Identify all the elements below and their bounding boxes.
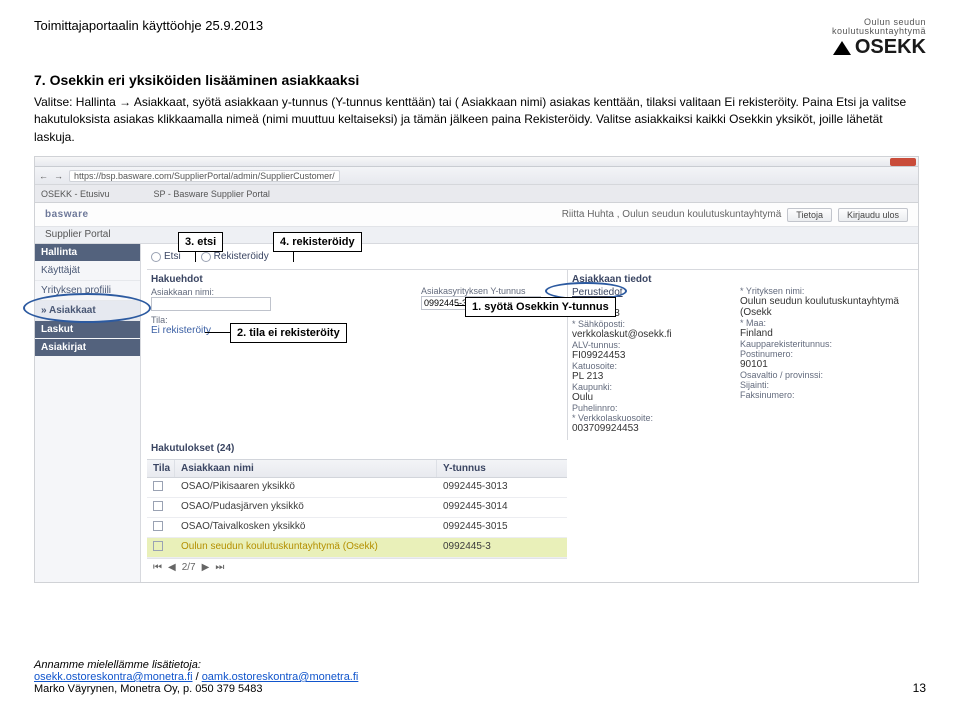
portal-label: Supplier Portal (35, 227, 918, 244)
email-link-2[interactable]: oamk.ostoreskontra@monetra.fi (202, 671, 359, 683)
checkbox-icon[interactable] (153, 481, 163, 491)
kauppa-label: Kaupparekisteritunnus: (740, 339, 910, 349)
highlight-ring-asiakkaat (23, 293, 151, 323)
logout-button[interactable]: Kirjaudu ulos (838, 208, 908, 222)
postinro-label: Postinumero: (740, 349, 910, 359)
ytunnus-haku-label: Asiakasyrityksen Y-tunnus (421, 286, 559, 296)
alv-value: FI09924453 (572, 350, 722, 361)
browser-address-bar[interactable]: ←→ https://bsp.basware.com/SupplierPorta… (35, 167, 918, 185)
postinro-value: 90101 (740, 359, 910, 370)
table-row-selected[interactable]: Oulun seudun koulutuskuntayhtymä (Osekk)… (147, 538, 567, 558)
kaupunki-value: Oulu (572, 392, 722, 403)
puhelin-label: Puhelinnro: (572, 403, 722, 413)
sijainti-label: Sijainti: (740, 380, 910, 390)
section-heading: 7. Osekkin eri yksiköiden lisääminen asi… (34, 72, 926, 88)
th-tila: Tila (147, 460, 175, 477)
doc-footer: Annamme mielellämme lisätietoja: osekk.o… (34, 659, 358, 695)
callout-2: 2. tila ei rekisteröity (230, 323, 347, 343)
sidebar-item-kayttajat[interactable]: Käyttäjät (35, 261, 140, 281)
asiakkaan-nimi-input[interactable] (151, 297, 271, 311)
sidebar-heading-asiakirjat[interactable]: Asiakirjat (35, 339, 140, 356)
checkbox-icon[interactable] (153, 541, 163, 551)
hakuehdot-title: Hakuehdot (151, 274, 409, 285)
sahkoposti-value: verkkolaskut@osekk.fi (572, 329, 722, 340)
rekisteroidy-button[interactable]: Rekisteröidy (201, 251, 269, 262)
th-ytunnus: Y-tunnus (437, 460, 567, 477)
table-row[interactable]: OSAO/Taivalkosken yksikkö 0992445-3015 (147, 518, 567, 538)
triangle-icon (833, 41, 851, 55)
callout-4: 4. rekisteröidy (273, 232, 362, 252)
callout-1: 1. syötä Osekkin Y-tunnus (465, 297, 616, 317)
tila-select[interactable]: Ei rekisteröity (151, 325, 211, 336)
tietoja-button[interactable]: Tietoja (787, 208, 832, 222)
window-titlebar (35, 157, 918, 167)
embedded-screenshot: ←→ https://bsp.basware.com/SupplierPorta… (34, 156, 919, 583)
verkkolasku-value: 003709924453 (572, 423, 722, 434)
sidebar-heading-hallinta: Hallinta (35, 244, 140, 261)
basware-logo: basware (45, 209, 89, 220)
browser-tab[interactable]: OSEKK - Etusivu (41, 189, 110, 199)
callout-3: 3. etsi (178, 232, 223, 252)
instruction-paragraph: Valitse: Hallinta → Asiakkaat, syötä asi… (34, 94, 914, 146)
th-nimi: Asiakkaan nimi (175, 460, 437, 477)
email-link-1[interactable]: osekk.ostoreskontra@monetra.fi (34, 671, 193, 683)
osekk-logo: Oulun seudun koulutuskuntayhtymä OSEKK (832, 18, 926, 58)
verkkolasku-label: * Verkkolaskuosoite: (572, 413, 722, 423)
pager[interactable]: ⏮◀ 2/7 ▶⏭ (147, 558, 567, 576)
alv-label: ALV-tunnus: (572, 340, 722, 350)
etsi-button[interactable]: Etsi (151, 251, 181, 262)
browser-tab[interactable]: SP - Basware Supplier Portal (154, 189, 270, 199)
maa-label: * Maa: (740, 318, 910, 328)
table-row[interactable]: OSAO/Pudasjärven yksikkö 0992445-3014 (147, 498, 567, 518)
window-close-button[interactable] (890, 158, 916, 166)
checkbox-icon[interactable] (153, 521, 163, 531)
browser-tabstrip: OSEKK - Etusivu SP - Basware Supplier Po… (35, 185, 918, 203)
asiakkaan-nimi-label: Asiakkaan nimi: (151, 287, 409, 297)
doc-header-title: Toimittajaportaalin käyttöohje 25.9.2013 (34, 18, 263, 33)
yritys-label: * Yrityksen nimi: (740, 286, 910, 296)
yritys-value: Oulun seudun koulutuskuntayhtymä (Osekk (740, 296, 910, 318)
maa-value: Finland (740, 328, 910, 339)
katuosoite-label: Katuosoite: (572, 361, 722, 371)
register-icon (201, 252, 211, 262)
osavaltio-label: Osavaltio / provinssi: (740, 370, 910, 380)
hakutulokset-title: Hakutulokset (24) (147, 440, 567, 457)
page-number: 13 (913, 681, 926, 695)
search-icon (151, 252, 161, 262)
sidebar-heading-laskut[interactable]: Laskut (35, 321, 140, 338)
faksi-label: Faksinumero: (740, 390, 910, 400)
logged-in-user: Riitta Huhta , Oulun seudun koulutuskunt… (562, 209, 782, 220)
katuosoite-value: PL 213 (572, 371, 722, 382)
sahkoposti-label: * Sähköposti: (572, 319, 722, 329)
table-row[interactable]: OSAO/Pikisaaren yksikkö 0992445-3013 (147, 478, 567, 498)
kaupunki-label: Kaupunki: (572, 382, 722, 392)
checkbox-icon[interactable] (153, 501, 163, 511)
